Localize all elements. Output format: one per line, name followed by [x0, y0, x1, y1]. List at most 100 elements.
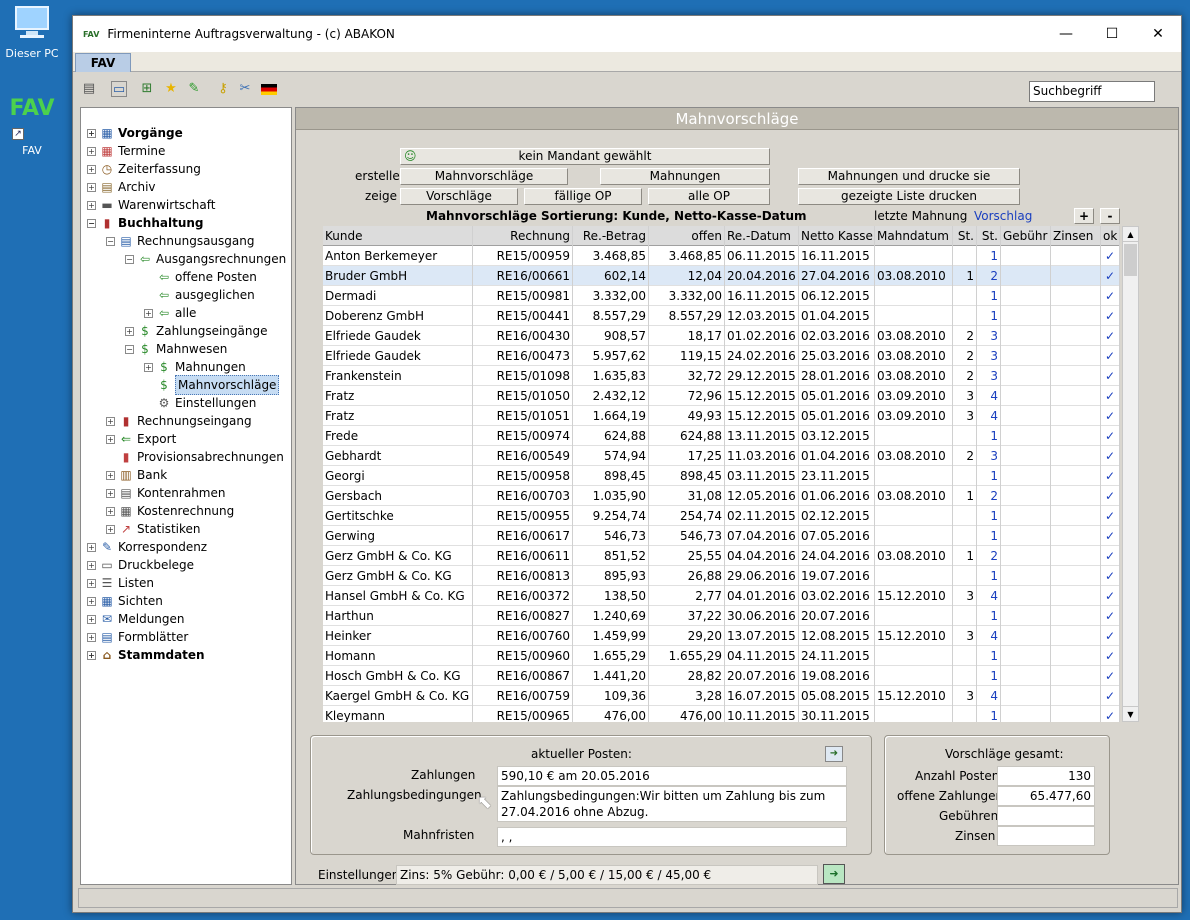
expand-icon[interactable]: + [87, 560, 96, 570]
table-row[interactable]: Fratz RE15/01051 1.664,19 49,93 15.12.2015 05… [323, 406, 1120, 426]
collapse-icon[interactable]: − [106, 236, 115, 246]
tree-item[interactable]: − ⇦ Ausgangsrechnungen [125, 250, 286, 268]
expand-icon[interactable]: + [106, 434, 115, 444]
table-row[interactable]: Kaergel GmbH & Co. KG RE16/00759 109,36 3,2… [323, 686, 1120, 706]
scroll-thumb[interactable] [1124, 244, 1137, 276]
column-header[interactable]: Rechnung [473, 226, 573, 246]
create-print-mahnungen-button[interactable]: Mahnungen und drucke sie [798, 168, 1020, 185]
minus-button[interactable]: - [1100, 208, 1120, 224]
expand-icon[interactable]: + [87, 632, 96, 642]
tree-item[interactable]: + ▦ Sichten [87, 592, 163, 610]
table-row[interactable]: Gerwing RE16/00617 546,73 546,73 07.04.2016 0… [323, 526, 1120, 546]
table-row[interactable]: Gebhardt RE16/00549 574,94 17,25 11.03.2016 0… [323, 446, 1120, 466]
expand-icon[interactable]: + [144, 362, 153, 372]
tree-item[interactable]: + ▦ Kostenrechnung [106, 502, 234, 520]
column-header[interactable]: ok [1101, 226, 1120, 246]
monitor-icon[interactable]: ▭ [111, 81, 127, 97]
pin-icon[interactable]: ✎ [186, 81, 202, 97]
column-header[interactable]: Re.-Datum [725, 226, 799, 246]
column-header[interactable]: Kunde [323, 226, 473, 246]
tree-item[interactable]: ▮ Provisionsabrechnungen [106, 448, 284, 466]
key-icon[interactable]: ⚷ [215, 81, 231, 97]
scroll-up-icon[interactable]: ▲ [1123, 227, 1138, 242]
table-row[interactable]: Dermadi RE15/00981 3.332,00 3.332,00 16.11.2… [323, 286, 1120, 306]
table-row[interactable]: Gersbach RE16/00703 1.035,90 31,08 12.05.201… [323, 486, 1120, 506]
desktop-icon-fav[interactable]: FAV ↗ FAV [0, 96, 64, 157]
table-row[interactable]: Gertitschke RE15/00955 9.254,74 254,74 02.11… [323, 506, 1120, 526]
table-row[interactable]: Gerz GmbH & Co. KG RE16/00611 851,52 25,55 0… [323, 546, 1120, 566]
expand-icon[interactable]: + [106, 506, 115, 516]
tree-item[interactable]: − $ Mahnwesen [125, 340, 227, 358]
minimize-button[interactable]: — [1043, 26, 1089, 42]
table-row[interactable]: Elfriede Gaudek RE16/00473 5.957,62 119,15 2… [323, 346, 1120, 366]
tree-item[interactable]: − ▤ Rechnungsausgang [106, 232, 254, 250]
tree-item[interactable]: + $ Zahlungseingänge [125, 322, 268, 340]
collapse-icon[interactable]: − [87, 218, 96, 228]
tree-item[interactable]: + ⌂ Stammdaten [87, 646, 205, 664]
tree-item[interactable]: + ▦ Vorgänge [87, 124, 183, 142]
column-header[interactable]: Netto Kasse [799, 226, 875, 246]
column-header[interactable]: offen [649, 226, 725, 246]
table-row[interactable]: Hansel GmbH & Co. KG RE16/00372 138,50 2,77… [323, 586, 1120, 606]
table-row[interactable]: Doberenz GmbH RE15/00441 8.557,29 8.557,29 1… [323, 306, 1120, 326]
table-row[interactable]: Heinker RE16/00760 1.459,99 29,20 13.07.2015… [323, 626, 1120, 646]
plus-button[interactable]: + [1074, 208, 1094, 224]
maximize-button[interactable]: ☐ [1089, 26, 1135, 42]
column-header[interactable]: Gebühr [1001, 226, 1051, 246]
vorschlag-link[interactable]: Vorschlag [974, 209, 1032, 223]
tools-icon[interactable]: ✂ [237, 81, 253, 97]
table-row[interactable]: Frankenstein RE15/01098 1.635,83 32,72 29.12… [323, 366, 1120, 386]
tree-item[interactable]: + ▥ Bank [106, 466, 167, 484]
tree-item[interactable]: + $ Mahnungen [144, 358, 246, 376]
table-row[interactable]: Anton Berkemeyer RE15/00959 3.468,85 3.468,… [323, 246, 1120, 266]
expand-icon[interactable]: + [106, 470, 115, 480]
show-alle-op-button[interactable]: alle OP [648, 188, 770, 205]
expand-icon[interactable]: + [87, 200, 96, 210]
tree-item[interactable]: ⚙ Einstellungen [144, 394, 257, 412]
expand-icon[interactable]: + [87, 146, 96, 156]
settings-edit-icon[interactable]: ➜ [823, 864, 845, 884]
expand-icon[interactable]: + [87, 578, 96, 588]
tree-item[interactable]: + ↗ Statistiken [106, 520, 201, 538]
collapse-icon[interactable]: − [125, 344, 134, 354]
tree-item[interactable]: + ▤ Archiv [87, 178, 156, 196]
show-faellige-op-button[interactable]: fällige OP [524, 188, 642, 205]
table-row[interactable]: Elfriede Gaudek RE16/00430 908,57 18,17 01.0… [323, 326, 1120, 346]
tree-item[interactable]: + ✉ Meldungen [87, 610, 185, 628]
expand-icon[interactable]: + [87, 128, 96, 138]
expand-icon[interactable]: + [87, 542, 96, 552]
tree-item[interactable]: ⇦ offene Posten [144, 268, 257, 286]
table-row[interactable]: Kleymann RE15/00965 476,00 476,00 10.11.2015… [323, 706, 1120, 722]
tree-item[interactable]: + ▭ Druckbelege [87, 556, 194, 574]
table-row[interactable]: Bruder GmbH RE16/00661 602,14 12,04 20.04.20… [323, 266, 1120, 286]
edit-icon[interactable]: ➜ [825, 746, 843, 762]
german-flag-icon[interactable] [261, 84, 277, 95]
table-row[interactable]: Fratz RE15/01050 2.432,12 72,96 15.12.2015 05… [323, 386, 1120, 406]
expand-icon[interactable]: + [125, 326, 134, 336]
search-input[interactable]: Suchbegriff [1029, 81, 1155, 102]
column-header[interactable]: Mahndatum [875, 226, 953, 246]
tree-item[interactable]: + ▤ Kontenrahmen [106, 484, 225, 502]
table-scrollbar[interactable]: ▲ ▼ [1122, 226, 1139, 722]
scroll-down-icon[interactable]: ▼ [1123, 706, 1138, 721]
tree-icon[interactable]: ⊞ [139, 81, 155, 97]
tree-item[interactable]: + ⇦ alle [144, 304, 196, 322]
column-header[interactable]: St. [977, 226, 1001, 246]
close-button[interactable]: ✕ [1135, 26, 1181, 42]
tab-fav[interactable]: FAV [75, 53, 131, 72]
print-list-button[interactable]: gezeigte Liste drucken [798, 188, 1020, 205]
tree-item[interactable]: + ◷ Zeiterfassung [87, 160, 201, 178]
expand-icon[interactable]: + [144, 308, 153, 318]
expand-icon[interactable]: + [87, 614, 96, 624]
tree-item[interactable]: + ⇐ Export [106, 430, 176, 448]
create-mahnungen-button[interactable]: Mahnungen [600, 168, 770, 185]
table-row[interactable]: Gerz GmbH & Co. KG RE16/00813 895,93 26,88 2… [323, 566, 1120, 586]
table-row[interactable]: Harthun RE16/00827 1.240,69 37,22 30.06.2016… [323, 606, 1120, 626]
expand-icon[interactable]: + [106, 524, 115, 534]
tree-item[interactable]: ⇦ ausgeglichen [144, 286, 255, 304]
save-icon[interactable]: ▤ [81, 81, 97, 97]
tree-item[interactable]: $ Mahnvorschläge [144, 375, 280, 395]
tree-item[interactable]: + ☰ Listen [87, 574, 154, 592]
tree-item[interactable]: + ▦ Termine [87, 142, 165, 160]
expand-icon[interactable]: + [106, 488, 115, 498]
